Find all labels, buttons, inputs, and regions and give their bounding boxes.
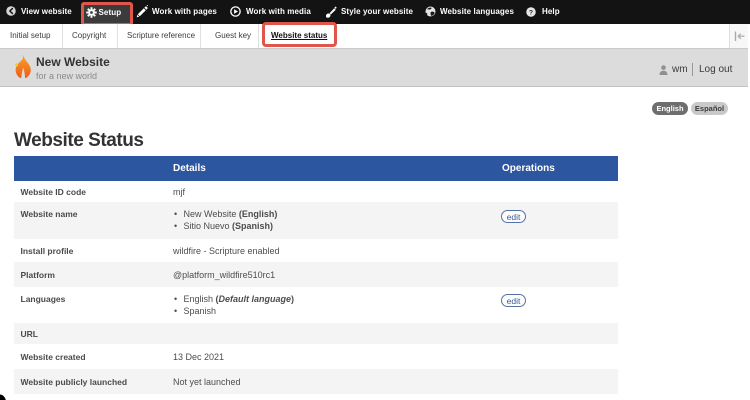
svg-text:?: ? <box>529 9 533 16</box>
